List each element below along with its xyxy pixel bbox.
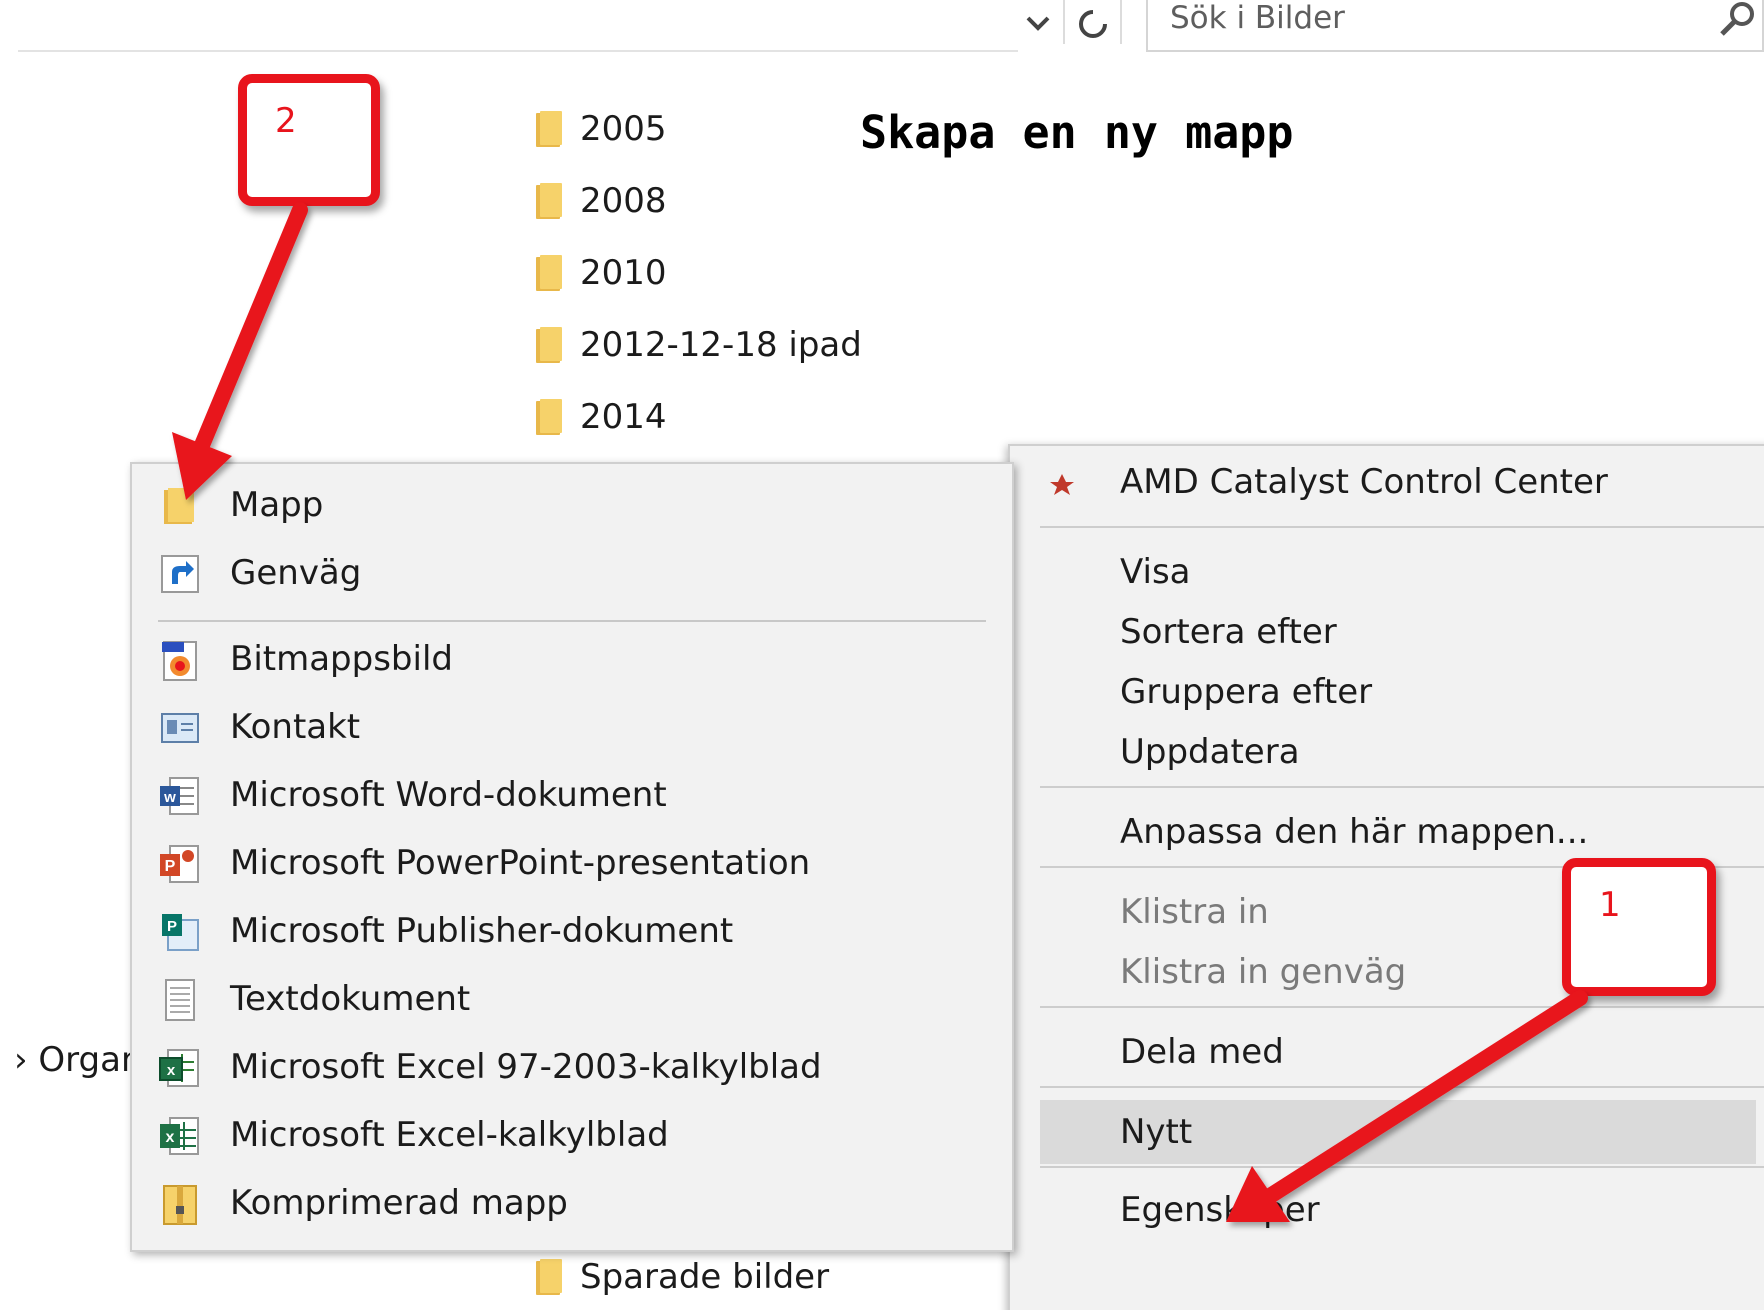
explorer-window: Skapa en ny mapp 2005200820102012-12-18 … [0,0,1764,1310]
arrow-to-nytt [1226,990,1588,1222]
annotation-arrows [172,202,1588,1222]
arrow-to-mapp [172,202,308,500]
